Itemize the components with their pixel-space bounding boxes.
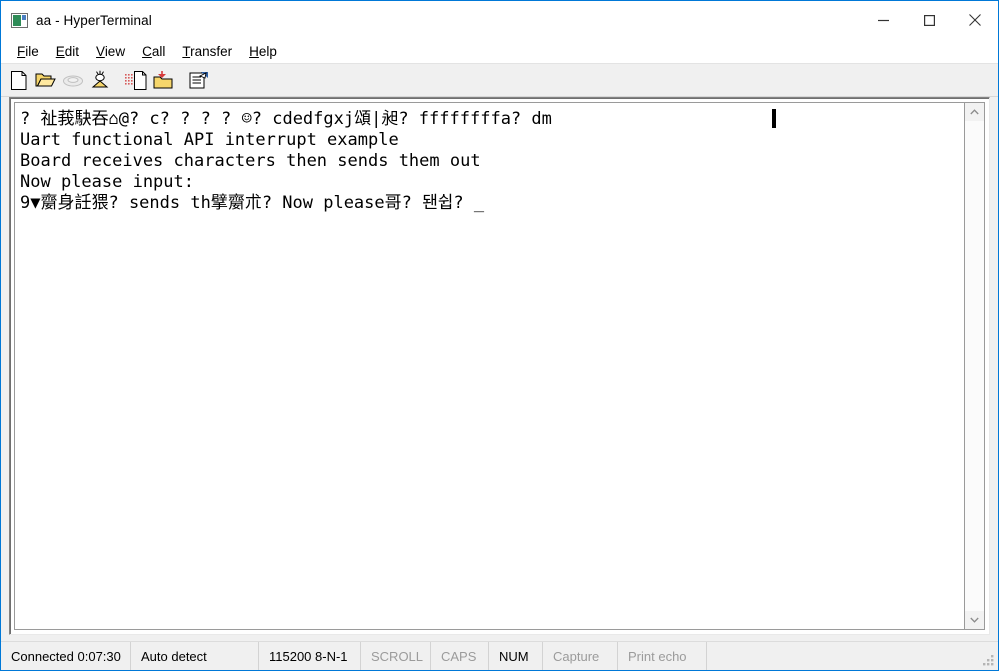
send-file-icon[interactable] (122, 67, 149, 93)
menu-item-edit[interactable]: Edit (48, 42, 88, 61)
status-connection-time: Connected 0:07:30 (1, 642, 131, 670)
status-caps: CAPS (431, 642, 489, 670)
menu-item-transfer[interactable]: Transfer (174, 42, 241, 61)
status-auto-detect: Auto detect (131, 642, 259, 670)
status-baud-settings: 115200 8-N-1 (259, 642, 361, 670)
close-button[interactable] (952, 1, 998, 39)
receive-file-icon[interactable] (149, 67, 176, 93)
minimize-button[interactable] (860, 1, 906, 39)
terminal-line: 9▼䶒身䚾猥? sends th擘䶒朮? Now please哥? 됀쉽? _ (20, 193, 485, 213)
menu-label-edit: dit (64, 43, 80, 59)
scroll-down-arrow[interactable] (965, 611, 984, 629)
status-filler (707, 642, 998, 670)
terminal-line: Now please input: (20, 172, 194, 192)
call-phone-icon[interactable] (59, 67, 86, 93)
disconnect-phone-icon[interactable] (86, 67, 113, 93)
hyperterminal-window: aa - HyperTerminal File Edit View Call T… (0, 0, 999, 671)
status-bar: Connected 0:07:30 Auto detect 115200 8-N… (1, 641, 998, 670)
menu-label-view: iew (104, 43, 126, 59)
menu-item-view[interactable]: View (88, 42, 134, 61)
terminal-text: ? 祉莪駃吞⌂@? c? ? ? ? ☺? cdedfgxj頌|昶? fffff… (20, 109, 964, 629)
toolbar (1, 64, 998, 97)
hyperterminal-icon (11, 12, 28, 28)
menu-label-call: all (151, 43, 166, 59)
menu-bar: File Edit View Call Transfer Help (1, 39, 998, 64)
vertical-scrollbar[interactable] (964, 102, 985, 630)
properties-icon[interactable] (185, 67, 212, 93)
open-folder-icon[interactable] (32, 67, 59, 93)
menu-item-help[interactable]: Help (241, 42, 286, 61)
status-num: NUM (489, 642, 543, 670)
status-print-echo: Print echo (618, 642, 707, 670)
menu-label-help: elp (258, 43, 277, 59)
menu-label-transfer: ransfer (190, 43, 233, 59)
window-title: aa - HyperTerminal (36, 12, 152, 28)
resize-grip[interactable] (982, 654, 995, 667)
terminal-screen[interactable]: ? 祉莪駃吞⌂@? c? ? ? ? ☺? cdedfgxj頌|昶? fffff… (14, 102, 964, 630)
terminal-line: Board receives characters then sends the… (20, 151, 481, 171)
title-bar[interactable]: aa - HyperTerminal (1, 1, 998, 39)
scrollbar-track[interactable] (965, 121, 984, 611)
toolbar-separator (113, 67, 122, 93)
terminal-line: ? 祉莪駃吞⌂@? c? ? ? ? ☺? cdedfgxj頌|昶? fffff… (20, 109, 552, 129)
menu-label-file: ile (25, 43, 39, 59)
terminal-line: Uart functional API interrupt example (20, 130, 399, 150)
menu-item-file[interactable]: File (9, 42, 48, 61)
toolbar-separator-2 (176, 67, 185, 93)
terminal-client-area: ? 祉莪駃吞⌂@? c? ? ? ? ☺? cdedfgxj頌|昶? fffff… (9, 97, 990, 635)
status-scroll: SCROLL (361, 642, 431, 670)
maximize-button[interactable] (906, 1, 952, 39)
text-cursor-bar (772, 109, 776, 128)
window-controls (860, 1, 998, 39)
new-connection-icon[interactable] (5, 67, 32, 93)
status-capture: Capture (543, 642, 618, 670)
scroll-up-arrow[interactable] (965, 103, 984, 121)
menu-item-call[interactable]: Call (134, 42, 174, 61)
